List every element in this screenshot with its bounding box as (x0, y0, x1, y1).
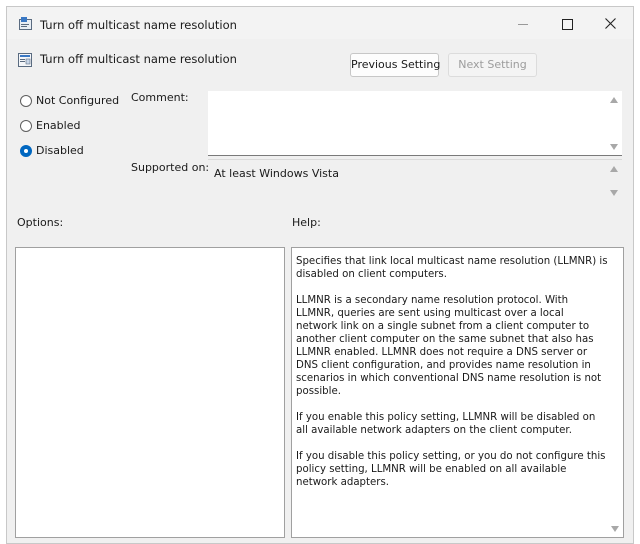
scroll-down-icon[interactable] (610, 144, 618, 150)
comment-label: Comment: (131, 91, 189, 104)
radio-label: Disabled (36, 144, 84, 157)
help-paragraph: LLMNR is a secondary name resolution pro… (296, 295, 602, 397)
help-text: Specifies that link local multicast name… (296, 255, 608, 502)
radio-selected-icon (20, 145, 32, 157)
help-paragraph: If you disable this policy setting, or y… (296, 451, 606, 488)
radio-circle-icon (20, 120, 32, 132)
policy-app-icon (19, 17, 33, 30)
radio-label: Not Configured (36, 94, 120, 107)
help-paragraph: If you enable this policy setting, LLMNR… (296, 412, 596, 436)
help-panel: Specifies that link local multicast name… (291, 247, 624, 538)
scroll-down-icon[interactable] (611, 526, 619, 532)
scroll-up-icon[interactable] (610, 97, 618, 103)
supported-on-scrollbar[interactable] (606, 160, 622, 201)
title-bar: Turn off multicast name resolution (7, 7, 633, 39)
supported-on-label: Supported on: (131, 161, 210, 174)
close-icon[interactable] (589, 7, 633, 39)
window-title: Turn off multicast name resolution (40, 18, 237, 32)
policy-name: Turn off multicast name resolution (40, 52, 237, 66)
minimize-icon[interactable] (501, 7, 545, 39)
comment-scrollbar[interactable] (606, 91, 622, 155)
supported-on-field: At least Windows Vista (208, 159, 622, 201)
options-label: Options: (17, 216, 64, 229)
policy-setting-icon (18, 53, 32, 67)
help-paragraph: Specifies that link local multicast name… (296, 256, 608, 280)
maximize-icon[interactable] (545, 7, 589, 39)
supported-on-value: At least Windows Vista (214, 167, 339, 180)
radio-circle-icon (20, 95, 32, 107)
scroll-down-icon[interactable] (610, 190, 618, 196)
comment-textarea[interactable] (208, 91, 622, 156)
policy-dialog-window: Turn off multicast name resolution Turn … (6, 6, 634, 544)
next-setting-button[interactable]: Next Setting (448, 53, 537, 77)
help-label: Help: (292, 216, 321, 229)
previous-setting-button[interactable]: Previous Setting (350, 53, 440, 77)
options-panel (15, 247, 285, 538)
radio-label: Enabled (36, 119, 81, 132)
scroll-up-icon[interactable] (610, 166, 618, 172)
help-scrollbar[interactable] (607, 248, 623, 537)
